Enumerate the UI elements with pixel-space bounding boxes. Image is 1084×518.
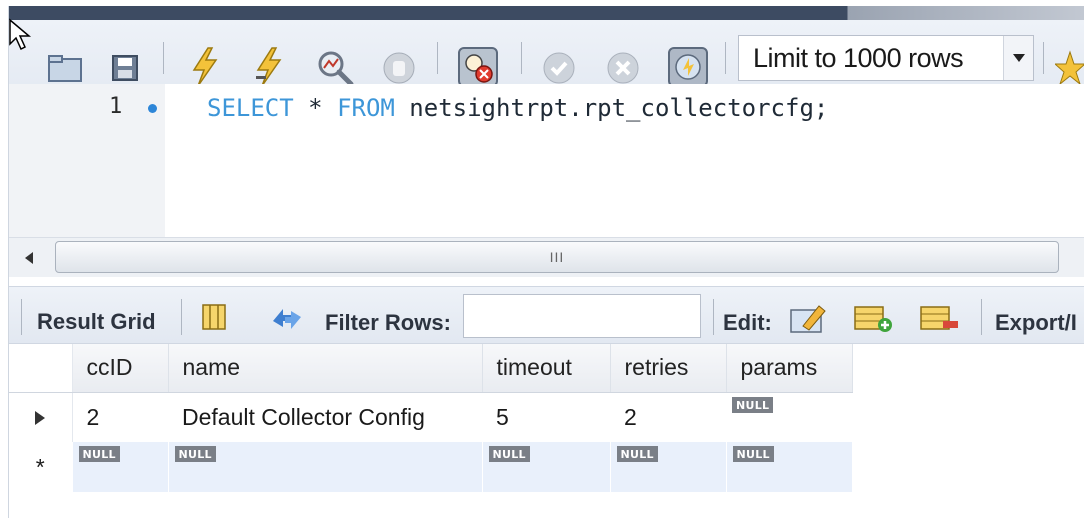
new-row-marker: * — [9, 442, 73, 492]
null-badge: NULL — [732, 396, 774, 413]
toolbar-separator — [181, 299, 182, 335]
horizontal-scrollbar[interactable]: III — [9, 237, 1084, 277]
table-row[interactable]: 2 Default Collector Config 5 2 NULL — [9, 392, 852, 442]
add-row-icon[interactable] — [851, 301, 895, 335]
new-cell-ccid[interactable]: NULL — [72, 442, 169, 492]
sql-keyword-from: FROM — [337, 94, 395, 122]
null-badge: NULL — [174, 446, 216, 462]
line-number-gutter: 1 — [9, 84, 165, 237]
column-header-retries[interactable]: retries — [610, 344, 727, 393]
window-left-edge — [0, 6, 9, 518]
grid-header-row: ccID name timeout retries params — [9, 344, 853, 393]
sql-editor[interactable]: 1 SELECT * FROM netsightrpt.rpt_collecto… — [9, 84, 1084, 237]
new-row[interactable]: * NULL NULL NULL NULL NULL — [9, 442, 853, 492]
scrollbar-grip: III — [549, 249, 565, 265]
window-title-bar — [8, 6, 1084, 20]
toolbar-separator — [1043, 42, 1044, 74]
refresh-icon[interactable] — [267, 301, 307, 335]
cell-retries[interactable]: 2 — [610, 392, 726, 442]
toolbar-separator — [725, 42, 726, 74]
toolbar-separator — [21, 299, 22, 335]
sql-keyword-select: SELECT — [207, 94, 294, 122]
new-cell-params[interactable]: NULL — [726, 442, 853, 492]
result-grid: ccID name timeout retries params 2 Defau… — [9, 344, 1084, 518]
stop-icon[interactable] — [379, 48, 419, 88]
toolbar-separator — [521, 42, 522, 74]
column-header-name[interactable]: name — [168, 344, 483, 393]
null-badge: NULL — [488, 446, 530, 462]
null-badge: NULL — [616, 446, 658, 462]
line-number: 1 — [109, 94, 123, 119]
toolbar-separator — [163, 42, 164, 74]
cell-timeout[interactable]: 5 — [482, 392, 610, 442]
sql-table-name: netsightrpt.rpt_collectorcfg; — [394, 94, 829, 122]
edit-cell-pencil-icon[interactable] — [787, 299, 831, 335]
new-cell-timeout[interactable]: NULL — [482, 442, 611, 492]
sql-star: * — [293, 94, 338, 122]
filter-rows-label: Filter Rows: — [325, 310, 451, 335]
limit-rows-value: Limit to 1000 rows — [753, 42, 964, 73]
column-header-ccid[interactable]: ccID — [72, 344, 169, 393]
toolbar-separator — [981, 299, 982, 335]
edit-label: Edit: — [723, 310, 772, 335]
sql-code-line[interactable]: SELECT * FROM netsightrpt.rpt_collectorc… — [207, 94, 828, 122]
row-header-corner — [9, 344, 73, 393]
cell-params[interactable]: NULL — [726, 392, 852, 442]
column-header-params[interactable]: params — [726, 344, 853, 393]
chevron-down-icon[interactable] — [1003, 36, 1033, 80]
scroll-left-arrow-icon[interactable] — [17, 248, 41, 268]
form-editor-icon[interactable] — [197, 301, 231, 333]
rollback-icon[interactable] — [603, 48, 643, 88]
new-cell-retries[interactable]: NULL — [610, 442, 727, 492]
delete-row-icon[interactable] — [917, 301, 961, 335]
export-import-button[interactable]: Export/I — [995, 310, 1077, 336]
limit-rows-select[interactable]: Limit to 1000 rows — [738, 35, 1034, 81]
new-cell-name[interactable]: NULL — [168, 442, 483, 492]
cell-name[interactable]: Default Collector Config — [168, 392, 482, 442]
commit-icon[interactable] — [539, 48, 579, 88]
save-icon[interactable] — [107, 50, 143, 86]
result-grid-tab[interactable]: Result Grid — [37, 309, 156, 335]
mouse-pointer-icon — [9, 18, 32, 51]
toolbar-separator — [437, 42, 438, 74]
statement-marker-icon — [148, 104, 157, 113]
toolbar-separator — [713, 299, 714, 335]
column-header-timeout[interactable]: timeout — [482, 344, 611, 393]
null-badge: NULL — [732, 446, 774, 462]
open-folder-icon[interactable] — [45, 50, 85, 86]
scrollbar-thumb[interactable]: III — [55, 241, 1059, 273]
cell-ccid[interactable]: 2 — [72, 392, 168, 442]
filter-rows-input[interactable] — [463, 294, 701, 338]
result-toolbar: Result Grid Filter Rows: Edit: Export/I — [9, 286, 1084, 344]
null-badge: NULL — [78, 446, 120, 462]
current-row-arrow-icon — [9, 392, 73, 442]
